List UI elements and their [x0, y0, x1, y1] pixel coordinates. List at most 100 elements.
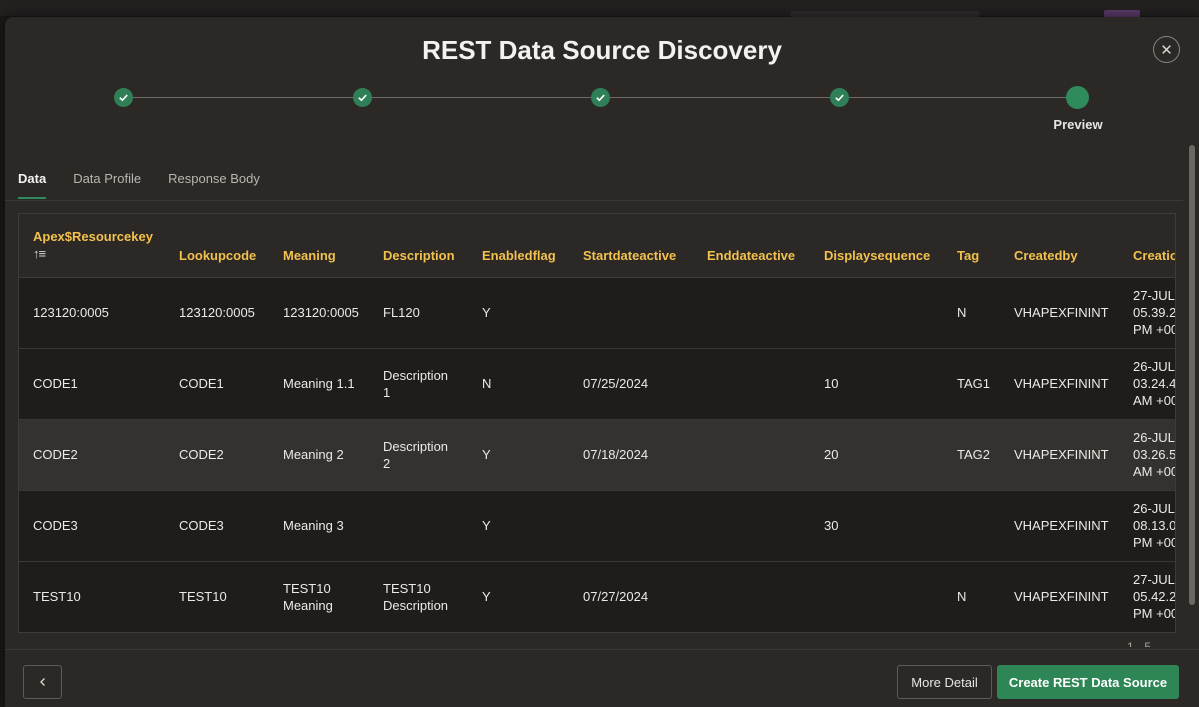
cell-lookupcode: CODE1 [179, 376, 224, 391]
cell-startdateactive: 07/27/2024 [583, 589, 649, 604]
column-header-apex-resourcekey[interactable]: Apex$Resourcekey ↑≡ [19, 214, 165, 278]
data-table: Apex$Resourcekey ↑≡ Lookupcode Meaning D… [19, 214, 1176, 632]
cell-tag: N [957, 589, 967, 604]
tab-response-body[interactable]: Response Body [168, 171, 260, 201]
cell-enabledflag: Y [482, 589, 491, 604]
cell-description [369, 490, 468, 561]
wizard-step-1-complete [114, 88, 133, 107]
cell-description: Description 2 [383, 438, 449, 471]
table-row[interactable]: CODE1 CODE1 Meaning 1.1 Description 1 N 07/25… [19, 348, 1176, 419]
table-row[interactable]: TEST10 TEST10 TEST10 Meaning TEST10 Descrip… [19, 561, 1176, 632]
cell-displaysequence: 10 [824, 376, 839, 391]
column-header-lookupcode[interactable]: Lookupcode [165, 214, 269, 278]
cell-enabledflag: Y [482, 305, 491, 320]
cell-meaning: 123120:0005 [283, 305, 359, 320]
cell-meaning: Meaning 1.1 [283, 376, 355, 391]
cell-createdby: VHAPEXFININT [1014, 376, 1109, 391]
cell-creation: 26-JUL 08.13.0 PM +00 [1133, 501, 1176, 550]
previous-step-button[interactable] [23, 665, 62, 699]
cell-createdby: VHAPEXFININT [1014, 447, 1109, 462]
chevron-left-icon [39, 678, 45, 686]
cell-lookupcode: 123120:0005 [179, 305, 255, 320]
cell-apex-resourcekey: CODE3 [33, 518, 78, 533]
wizard-step-3-complete [591, 88, 610, 107]
cell-lookupcode: CODE2 [179, 447, 224, 462]
check-icon [119, 94, 128, 102]
check-icon [596, 94, 605, 102]
wizard-step-4-complete [830, 88, 849, 107]
cell-creation: 26-JUL 03.26.5 AM +00 [1133, 430, 1176, 479]
column-header-enddateactive[interactable]: Enddateactive [693, 214, 810, 278]
cell-displaysequence: 30 [824, 518, 839, 533]
footer-divider [5, 649, 1199, 650]
wizard-step-2-complete [353, 88, 372, 107]
preview-tabs: Data Data Profile Response Body [18, 171, 287, 201]
column-header-meaning[interactable]: Meaning [269, 214, 369, 278]
tab-data[interactable]: Data [18, 171, 47, 201]
column-header-label: Apex$Resourcekey [33, 229, 153, 244]
cell-startdateactive [569, 277, 693, 348]
cell-description: Description 1 [383, 367, 449, 400]
cell-creation: 26-JUL 03.24.4 AM +00 [1133, 359, 1176, 408]
dialog-title: REST Data Source Discovery [422, 35, 782, 65]
column-header-creation[interactable]: Creatio [1119, 214, 1175, 278]
table-header-row: Apex$Resourcekey ↑≡ Lookupcode Meaning D… [19, 214, 1175, 278]
cell-apex-resourcekey: TEST10 [33, 589, 81, 604]
pagination-range: 1 - 5 [1127, 640, 1152, 647]
cell-enabledflag: Y [482, 447, 491, 462]
cell-startdateactive [569, 490, 693, 561]
cell-tag: TAG2 [957, 447, 990, 462]
more-detail-button[interactable]: More Detail [897, 665, 992, 699]
cell-lookupcode: TEST10 [179, 589, 227, 604]
cell-enabledflag: Y [482, 518, 491, 533]
cell-apex-resourcekey: CODE1 [33, 376, 78, 391]
cell-displaysequence: 20 [824, 447, 839, 462]
cell-creation: 27-JUL 05.39.2 PM +00 [1133, 288, 1176, 337]
cell-createdby: VHAPEXFININT [1014, 518, 1109, 533]
cell-enddateactive [693, 277, 810, 348]
cell-tag: TAG1 [957, 376, 990, 391]
wizard-step-5-current [1066, 86, 1089, 109]
cell-meaning: TEST10 Meaning [283, 580, 333, 613]
sort-ascending-icon: ↑≡ [33, 246, 46, 261]
table-row[interactable]: CODE3 CODE3 Meaning 3 Y 30 VHAPEXFININT 26-JUL… [19, 490, 1176, 561]
cell-enddateactive [693, 419, 810, 490]
tab-data-profile[interactable]: Data Profile [73, 171, 141, 201]
check-icon [358, 94, 367, 102]
cell-enabledflag: N [482, 376, 492, 391]
cell-lookupcode: CODE3 [179, 518, 224, 533]
check-icon [835, 94, 844, 102]
table-row[interactable]: CODE2 CODE2 Meaning 2 Description 2 Y 07/18/2… [19, 419, 1176, 490]
cell-creation: 27-JUL 05.42.2 PM +00 [1133, 572, 1176, 621]
close-icon: ✕ [1160, 41, 1173, 59]
cell-enddateactive [693, 348, 810, 419]
cell-apex-resourcekey: 123120:0005 [33, 305, 109, 320]
column-header-description[interactable]: Description [369, 214, 468, 278]
cell-description: FL120 [383, 305, 420, 320]
cell-meaning: Meaning 2 [283, 447, 344, 462]
column-header-displaysequence[interactable]: Displaysequence [810, 214, 943, 278]
cell-displaysequence [810, 561, 943, 632]
cell-createdby: VHAPEXFININT [1014, 305, 1109, 320]
cell-description: TEST10 Description [383, 580, 449, 613]
table-row[interactable]: 123120:0005 123120:0005 123120:0005 FL120 Y N… [19, 277, 1176, 348]
cell-displaysequence [810, 277, 943, 348]
wizard-step-label-preview: Preview [1053, 117, 1103, 132]
cell-startdateactive: 07/18/2024 [583, 447, 649, 462]
app-header-bar [0, 0, 1199, 16]
cell-enddateactive [693, 490, 810, 561]
cell-startdateactive: 07/25/2024 [583, 376, 649, 391]
column-header-startdateactive[interactable]: Startdateactive [569, 214, 693, 278]
column-header-createdby[interactable]: Createdby [1000, 214, 1119, 278]
column-header-enabledflag[interactable]: Enabledflag [468, 214, 569, 278]
dialog-scrollbar-thumb[interactable] [1189, 145, 1195, 605]
tabs-divider [5, 200, 1183, 201]
cell-tag: N [957, 305, 967, 320]
cell-enddateactive [693, 561, 810, 632]
column-header-tag[interactable]: Tag [943, 214, 1000, 278]
cell-createdby: VHAPEXFININT [1014, 589, 1109, 604]
close-dialog-button[interactable]: ✕ [1153, 36, 1180, 63]
cell-meaning: Meaning 3 [283, 518, 344, 533]
discovery-dialog: REST Data Source Discovery ✕ Preview Dat… [5, 17, 1199, 707]
create-rest-data-source-button[interactable]: Create REST Data Source [997, 665, 1179, 699]
